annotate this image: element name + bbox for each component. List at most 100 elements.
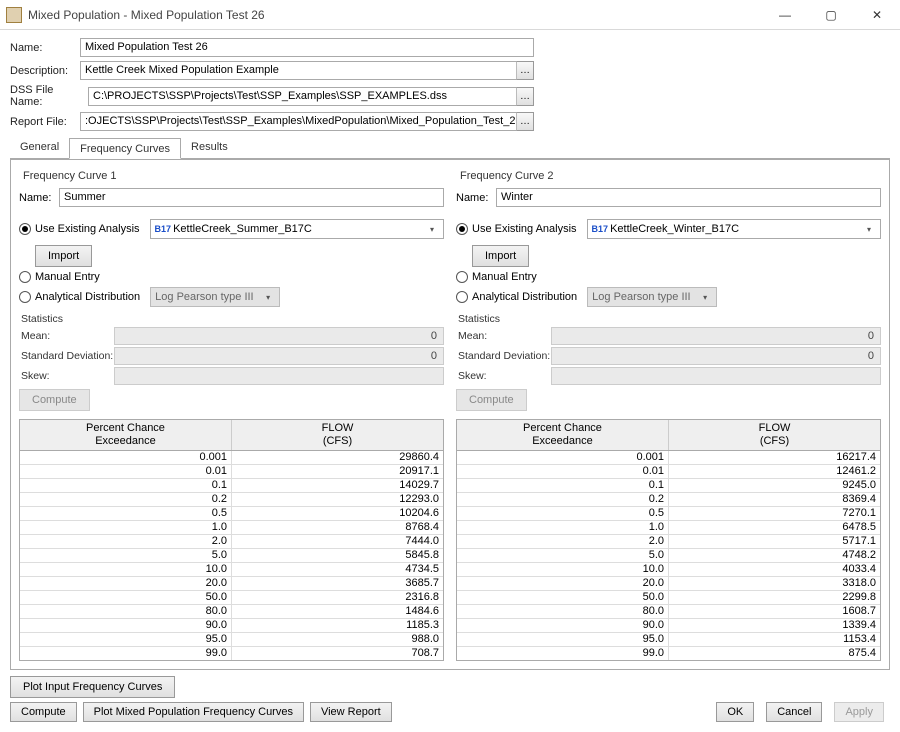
table-cell[interactable]: 10204.6	[232, 507, 443, 520]
tab-general[interactable]: General	[10, 137, 69, 158]
table-cell[interactable]: 16217.4	[669, 451, 880, 464]
table-row[interactable]: 90.01185.3	[20, 619, 443, 633]
table-row[interactable]: 50.02299.8	[457, 591, 880, 605]
curve2-analytical-radio[interactable]: Analytical Distribution	[456, 291, 577, 303]
table-cell[interactable]: 99.0	[457, 647, 669, 660]
table-row[interactable]: 99.0708.7	[20, 647, 443, 660]
table-cell[interactable]: 14029.7	[232, 479, 443, 492]
table-row[interactable]: 0.28369.4	[457, 493, 880, 507]
table-row[interactable]: 0.0112461.2	[457, 465, 880, 479]
table-row[interactable]: 50.02316.8	[20, 591, 443, 605]
table-cell[interactable]: 0.01	[457, 465, 669, 478]
table-cell[interactable]: 8768.4	[232, 521, 443, 534]
table-cell[interactable]: 2299.8	[669, 591, 880, 604]
table-cell[interactable]: 0.2	[457, 493, 669, 506]
table-cell[interactable]: 95.0	[20, 633, 232, 646]
table-cell[interactable]: 80.0	[20, 605, 232, 618]
table-row[interactable]: 1.08768.4	[20, 521, 443, 535]
table-row[interactable]: 2.05717.1	[457, 535, 880, 549]
curve1-name-input[interactable]: Summer	[59, 188, 444, 207]
table-cell[interactable]: 708.7	[232, 647, 443, 660]
table-row[interactable]: 10.04033.4	[457, 563, 880, 577]
minimize-button[interactable]: —	[762, 0, 808, 30]
table-cell[interactable]: 1153.4	[669, 633, 880, 646]
table-row[interactable]: 0.114029.7	[20, 479, 443, 493]
table-cell[interactable]: 0.5	[20, 507, 232, 520]
description-input[interactable]: Kettle Creek Mixed Population Example	[80, 61, 517, 80]
table-cell[interactable]: 4033.4	[669, 563, 880, 576]
table-cell[interactable]: 90.0	[20, 619, 232, 632]
description-browse-button[interactable]: …	[516, 61, 534, 80]
table-cell[interactable]: 1185.3	[232, 619, 443, 632]
cancel-button[interactable]: Cancel	[766, 702, 822, 722]
curve1-manual-radio[interactable]: Manual Entry	[19, 271, 100, 283]
table-row[interactable]: 2.07444.0	[20, 535, 443, 549]
table-cell[interactable]: 9245.0	[669, 479, 880, 492]
table-row[interactable]: 5.04748.2	[457, 549, 880, 563]
table-cell[interactable]: 1.0	[20, 521, 232, 534]
curve2-import-button[interactable]: Import	[472, 245, 529, 267]
table-cell[interactable]: 0.01	[20, 465, 232, 478]
table-cell[interactable]: 50.0	[457, 591, 669, 604]
table-cell[interactable]: 1484.6	[232, 605, 443, 618]
table-cell[interactable]: 2316.8	[232, 591, 443, 604]
table-cell[interactable]: 3685.7	[232, 577, 443, 590]
table-cell[interactable]: 8369.4	[669, 493, 880, 506]
table-cell[interactable]: 5717.1	[669, 535, 880, 548]
table-cell[interactable]: 99.0	[20, 647, 232, 660]
table-cell[interactable]: 2.0	[457, 535, 669, 548]
table-cell[interactable]: 1.0	[457, 521, 669, 534]
curve2-use-existing-radio[interactable]: Use Existing Analysis	[456, 223, 577, 235]
plot-input-button[interactable]: Plot Input Frequency Curves	[10, 676, 175, 698]
table-row[interactable]: 0.0120917.1	[20, 465, 443, 479]
table-cell[interactable]: 5.0	[457, 549, 669, 562]
compute-button[interactable]: Compute	[10, 702, 77, 722]
table-row[interactable]: 10.04734.5	[20, 563, 443, 577]
table-row[interactable]: 0.57270.1	[457, 507, 880, 521]
table-cell[interactable]: 12461.2	[669, 465, 880, 478]
table-row[interactable]: 90.01339.4	[457, 619, 880, 633]
table-row[interactable]: 0.00129860.4	[20, 451, 443, 465]
table-row[interactable]: 80.01484.6	[20, 605, 443, 619]
table-row[interactable]: 20.03318.0	[457, 577, 880, 591]
maximize-button[interactable]: ▢	[808, 0, 854, 30]
table-cell[interactable]: 3318.0	[669, 577, 880, 590]
table-cell[interactable]: 2.0	[20, 535, 232, 548]
table-cell[interactable]: 4748.2	[669, 549, 880, 562]
table-cell[interactable]: 0.5	[457, 507, 669, 520]
table-cell[interactable]: 5845.8	[232, 549, 443, 562]
view-report-button[interactable]: View Report	[310, 702, 392, 722]
table-row[interactable]: 0.212293.0	[20, 493, 443, 507]
table-cell[interactable]: 20917.1	[232, 465, 443, 478]
table-row[interactable]: 99.0875.4	[457, 647, 880, 660]
table-row[interactable]: 95.01153.4	[457, 633, 880, 647]
table-cell[interactable]: 0.2	[20, 493, 232, 506]
table-row[interactable]: 1.06478.5	[457, 521, 880, 535]
table-cell[interactable]: 12293.0	[232, 493, 443, 506]
curve1-analysis-select[interactable]: B17 KettleCreek_Summer_B17C ▾	[150, 219, 444, 239]
curve1-analytical-radio[interactable]: Analytical Distribution	[19, 291, 140, 303]
table-cell[interactable]: 95.0	[457, 633, 669, 646]
table-cell[interactable]: 875.4	[669, 647, 880, 660]
table-cell[interactable]: 20.0	[457, 577, 669, 590]
table-cell[interactable]: 50.0	[20, 591, 232, 604]
curve2-manual-radio[interactable]: Manual Entry	[456, 271, 537, 283]
table-row[interactable]: 80.01608.7	[457, 605, 880, 619]
table-cell[interactable]: 20.0	[20, 577, 232, 590]
table-row[interactable]: 0.00116217.4	[457, 451, 880, 465]
dssfile-input[interactable]: C:\PROJECTS\SSP\Projects\Test\SSP_Exampl…	[88, 87, 517, 106]
table-cell[interactable]: 5.0	[20, 549, 232, 562]
table-row[interactable]: 5.05845.8	[20, 549, 443, 563]
curve1-import-button[interactable]: Import	[35, 245, 92, 267]
name-input[interactable]: Mixed Population Test 26	[80, 38, 534, 57]
reportfile-input[interactable]: :OJECTS\SSP\Projects\Test\SSP_Examples\M…	[80, 112, 517, 131]
reportfile-browse-button[interactable]: …	[516, 112, 534, 131]
table-row[interactable]: 0.510204.6	[20, 507, 443, 521]
table-cell[interactable]: 1608.7	[669, 605, 880, 618]
tab-frequency-curves[interactable]: Frequency Curves	[69, 138, 181, 159]
table-cell[interactable]: 29860.4	[232, 451, 443, 464]
ok-button[interactable]: OK	[716, 702, 754, 722]
table-cell[interactable]: 7444.0	[232, 535, 443, 548]
table-cell[interactable]: 90.0	[457, 619, 669, 632]
table-cell[interactable]: 1339.4	[669, 619, 880, 632]
